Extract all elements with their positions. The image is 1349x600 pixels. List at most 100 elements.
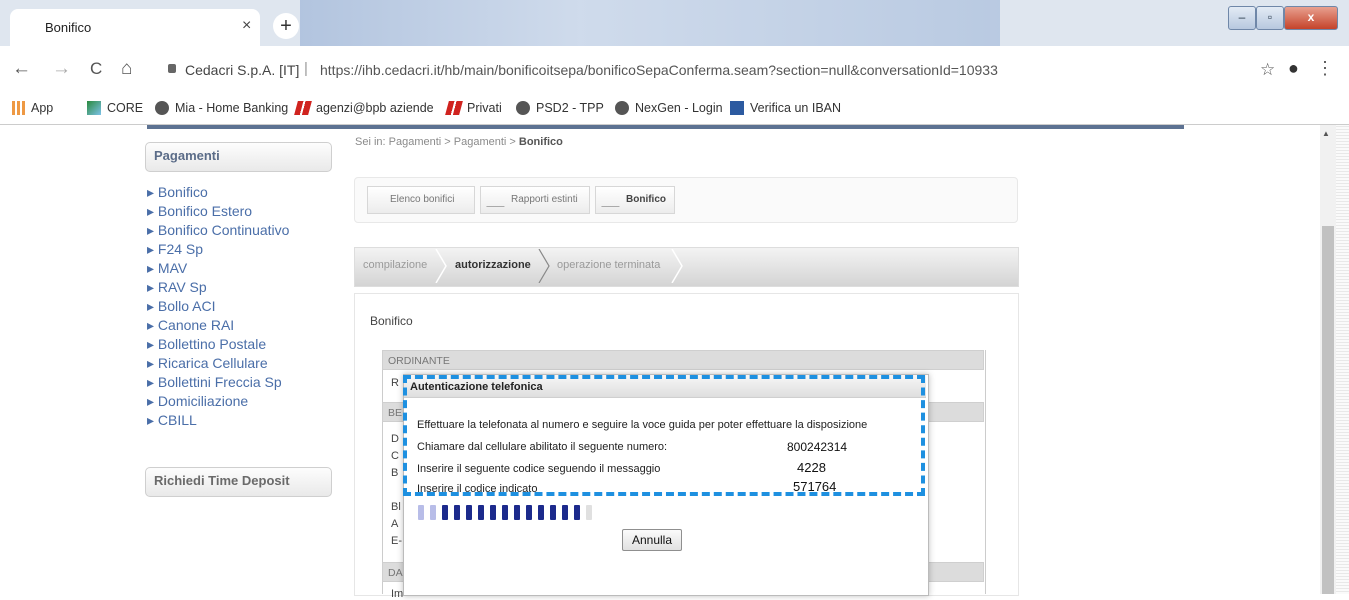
bookmark-agenzi-bpb[interactable]: agenzi@bpb aziende <box>316 101 434 115</box>
back-icon[interactable]: ← <box>12 58 31 80</box>
progress-segment <box>490 505 496 520</box>
cancel-button[interactable]: Annulla <box>622 529 682 551</box>
progress-segment <box>478 505 484 520</box>
progress-segment <box>526 505 532 520</box>
step-separator <box>538 249 550 283</box>
sidebar-item-canone-rai[interactable]: ▸ Canone RAI <box>147 317 234 334</box>
new-tab-button[interactable]: + <box>273 13 299 39</box>
step-separator <box>671 249 683 283</box>
globe-icon <box>155 101 169 115</box>
reports-button[interactable]: Rapporti estinti <box>480 186 590 214</box>
progress-segment <box>550 505 556 520</box>
sidebar-item-label: Canone RAI <box>157 317 235 333</box>
sidebar-item-bollo-aci[interactable]: ▸ Bollo ACI <box>147 298 216 315</box>
sidebar-item-bollettino-postale[interactable]: ▸ Bollettino Postale <box>147 336 266 353</box>
table-cell: E- <box>391 535 402 547</box>
reports-label: Rapporti estinti <box>511 194 578 205</box>
globe-icon <box>615 101 629 115</box>
maximize-button[interactable]: ▫ <box>1256 6 1284 30</box>
pen-icon <box>601 191 625 207</box>
bookmark-psd2-tpp[interactable]: PSD2 - TPP <box>536 101 604 115</box>
bookmark-star-icon[interactable]: ☆ <box>1260 60 1275 80</box>
site-identity: Cedacri S.p.A. [IT] <box>185 62 300 78</box>
transfer-label: Bonifico <box>626 194 666 205</box>
bookmark-verifica-iban[interactable]: Verifica un IBAN <box>750 101 841 115</box>
sidebar-item-label: Bollo ACI <box>157 298 216 314</box>
transfer-button[interactable]: Bonifico <box>595 186 675 214</box>
sidebar-item-label: Bonifico Continuativo <box>157 222 290 238</box>
progress-segment <box>538 505 544 520</box>
progress-segment <box>442 505 448 520</box>
sidebar-item-bonifico-continuativo[interactable]: ▸ Bonifico Continuativo <box>147 222 289 239</box>
home-icon[interactable]: ⌂ <box>121 58 132 80</box>
image-icon <box>87 101 101 115</box>
close-window-button[interactable]: x <box>1284 6 1338 30</box>
panel-title: Bonifico <box>370 314 413 328</box>
list-icon <box>376 192 386 206</box>
bookmark-privati[interactable]: Privati <box>467 101 502 115</box>
sidebar-item-label: Ricarica Cellulare <box>157 355 268 371</box>
sidebar-item-label: MAV <box>157 260 188 276</box>
step-compilazione: compilazione <box>363 259 428 271</box>
table-cell: D <box>391 433 399 445</box>
tab-close-icon[interactable]: × <box>242 17 251 35</box>
scrollbar-thumb[interactable] <box>1322 226 1334 594</box>
step-autorizzazione: autorizzazione <box>455 259 531 271</box>
step-separator <box>435 249 447 283</box>
breadcrumb: Sei in: Pagamenti > Pagamenti > Bonifico <box>355 136 563 148</box>
sidebar-item-f24[interactable]: ▸ F24 Sp <box>147 241 203 258</box>
sidebar-item-ricarica-cellulare[interactable]: ▸ Ricarica Cellulare <box>147 355 268 372</box>
sidebar-item-mav[interactable]: ▸ MAV <box>147 260 187 277</box>
sidebar-item-label: Bonifico Estero <box>157 203 253 219</box>
list-transfers-button[interactable]: Elenco bonifici <box>367 186 475 214</box>
progress-segment <box>586 505 592 520</box>
sidebar-title: Pagamenti <box>154 148 220 163</box>
reload-icon[interactable]: C <box>90 59 102 79</box>
table-cell: Bl <box>391 501 401 513</box>
list-transfers-label: Elenco bonifici <box>390 194 455 205</box>
scroll-up-icon[interactable]: ▲ <box>1322 129 1330 138</box>
breadcrumb-path: Sei in: Pagamenti > Pagamenti > <box>355 136 516 148</box>
wizard-steps <box>354 247 1019 287</box>
bookmark-mia-home-banking[interactable]: Mia - Home Banking <box>175 101 288 115</box>
progress-segment <box>466 505 472 520</box>
bookmark-nexgen-login[interactable]: NexGen - Login <box>635 101 723 115</box>
progress-segment <box>574 505 580 520</box>
bookmark-app[interactable]: App <box>31 101 53 115</box>
progress-segment <box>418 505 424 520</box>
minimize-button[interactable]: – <box>1228 6 1256 30</box>
progress-segment <box>430 505 436 520</box>
sidebar-item-label: Bonifico <box>157 184 208 200</box>
sidebar-item-bonifico[interactable]: ▸ Bonifico <box>147 184 208 201</box>
tab-title: Bonifico <box>45 20 92 35</box>
sidebar-item-label: RAV Sp <box>157 279 207 295</box>
sidebar-item-label: Domiciliazione <box>157 393 249 409</box>
progress-segment <box>454 505 460 520</box>
forward-icon[interactable]: → <box>52 58 71 80</box>
time-deposit-label: Richiedi Time Deposit <box>154 473 290 488</box>
table-cell: R <box>391 377 399 389</box>
omnibox-separator: | <box>304 60 308 77</box>
sidebar-item-label: F24 Sp <box>157 241 204 257</box>
header-line <box>147 125 1184 129</box>
lock-icon <box>168 64 176 73</box>
sidebar-item-rav[interactable]: ▸ RAV Sp <box>147 279 207 296</box>
sidebar-item-label: Bollettino Postale <box>157 336 267 352</box>
url-text[interactable]: https://ihb.cedacri.it/hb/main/bonificoi… <box>320 62 998 78</box>
sidebar-item-bonifico-estero[interactable]: ▸ Bonifico Estero <box>147 203 252 220</box>
sidebar-item-bollettini-freccia[interactable]: ▸ Bollettini Freccia Sp <box>147 374 282 391</box>
account-icon[interactable]: ● <box>1288 58 1299 79</box>
progress-segment <box>514 505 520 520</box>
window-edge <box>1336 125 1349 594</box>
step-operazione-terminata: operazione terminata <box>557 259 661 271</box>
sidebar-item-domiciliazione[interactable]: ▸ Domiciliazione <box>147 393 248 410</box>
progress-segment <box>562 505 568 520</box>
table-cell: B <box>391 467 399 479</box>
sidebar-item-label: Bollettini Freccia Sp <box>157 374 282 390</box>
apps-grid-icon <box>12 101 26 115</box>
browser-menu-icon[interactable]: ⋮ <box>1316 58 1334 79</box>
sidebar-item-cbill[interactable]: ▸ CBILL <box>147 412 197 429</box>
section-ordinante: ORDINANTE <box>382 350 984 370</box>
table-cell: Im <box>391 588 404 600</box>
bookmark-core[interactable]: CORE <box>107 101 143 115</box>
